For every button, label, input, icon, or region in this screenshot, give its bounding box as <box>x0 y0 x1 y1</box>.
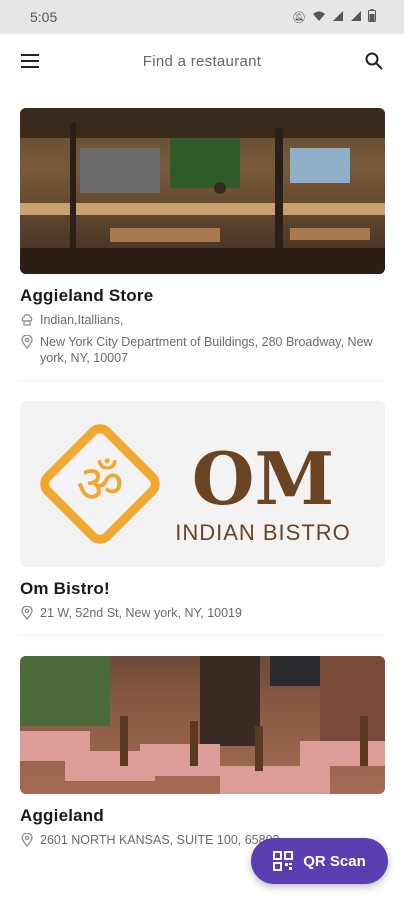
restaurant-cuisine: Indian,Itallians, <box>20 312 385 328</box>
restaurant-card[interactable]: ॐ OM INDIAN BISTRO Om Bistro! 21 W, 52nd… <box>20 401 385 636</box>
cuisine-text: Indian,Itallians, <box>40 313 124 327</box>
logo-om-symbol: ॐ <box>76 455 123 515</box>
restaurant-card[interactable]: Aggieland 2601 NORTH KANSAS, SUITE 100, … <box>20 656 385 848</box>
location-pin-icon <box>21 606 33 620</box>
status-icons: 🔕︎ <box>292 9 376 25</box>
battery-icon <box>368 9 376 25</box>
restaurant-name: Aggieland <box>20 806 104 825</box>
divider <box>20 380 385 381</box>
divider <box>20 635 385 636</box>
logo-tagline: INDIAN BISTRO <box>175 520 351 545</box>
location-pin-icon <box>21 335 33 349</box>
qr-scan-label: QR Scan <box>303 852 366 870</box>
status-time: 5:05 <box>30 9 58 25</box>
address-text: New York City Department of Buildings, 2… <box>40 335 373 365</box>
qr-scan-button[interactable]: QR Scan <box>251 838 388 884</box>
status-bar: 5:05 🔕︎ <box>0 0 404 34</box>
wifi-icon <box>312 10 326 25</box>
search-icon[interactable] <box>362 49 386 73</box>
restaurant-name: Aggieland Store <box>20 286 154 305</box>
address-text: 21 W, 52nd St, New york, NY, 10019 <box>40 606 242 620</box>
restaurant-address: 21 W, 52nd St, New york, NY, 10019 <box>20 605 385 621</box>
logo-wordmark: OM <box>191 436 333 521</box>
qr-code-icon <box>273 851 294 871</box>
restaurant-name: Om Bistro! <box>20 579 110 598</box>
mute-icon: 🔕︎ <box>292 11 306 24</box>
restaurant-address: New York City Department of Buildings, 2… <box>20 334 385 366</box>
app-bar: Find a restaurant <box>0 34 404 88</box>
patio-dining-photo[interactable] <box>20 656 385 794</box>
restaurant-card[interactable]: Aggieland Store Indian,Itallians, New Yo… <box>20 108 385 381</box>
hamburger-menu-icon[interactable] <box>18 49 42 73</box>
location-pin-icon <box>21 833 33 847</box>
search-input[interactable]: Find a restaurant <box>42 53 362 70</box>
chef-hat-icon <box>21 314 33 326</box>
restaurant-list[interactable]: Aggieland Store Indian,Itallians, New Yo… <box>0 88 404 900</box>
om-indian-bistro-logo[interactable]: ॐ OM INDIAN BISTRO <box>20 401 385 567</box>
restaurant-interior-photo[interactable] <box>20 108 385 274</box>
signal-icon <box>332 10 344 25</box>
address-text: 2601 NORTH KANSAS, SUITE 100, 65803 <box>40 833 280 847</box>
signal-icon <box>350 10 362 25</box>
